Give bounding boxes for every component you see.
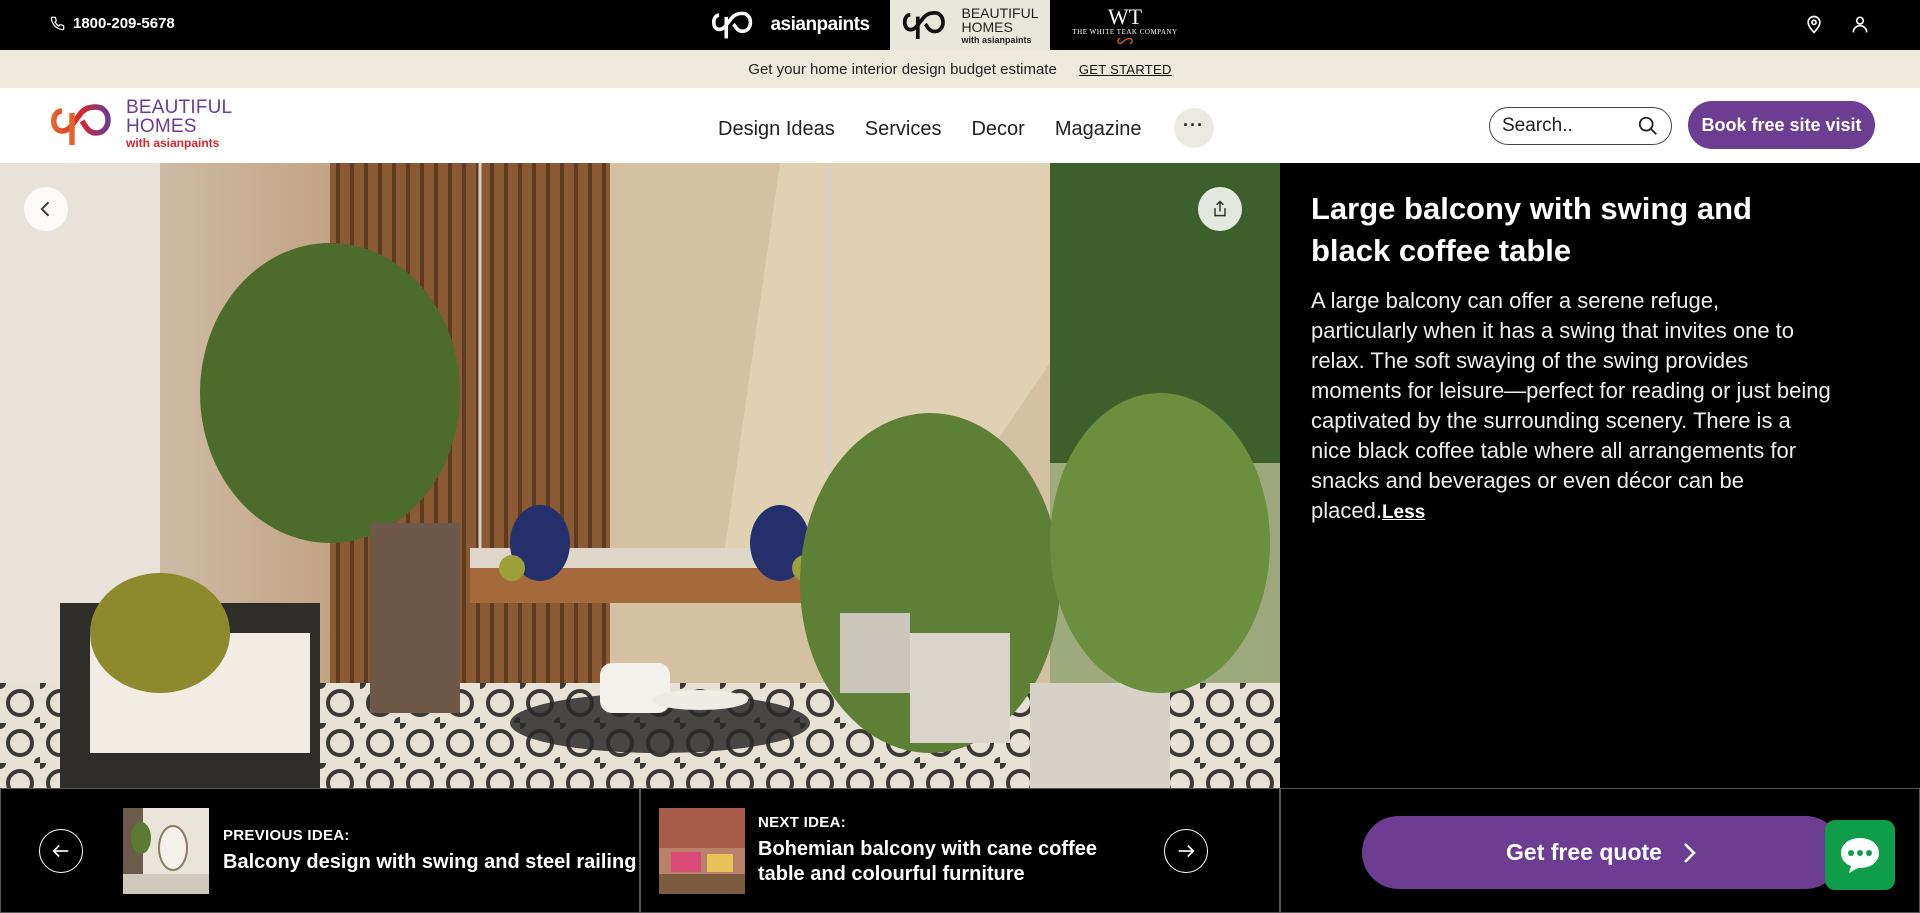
- white-teak-wordmark: THE WHITE TEAK COMPANY: [1072, 27, 1178, 36]
- chat-button[interactable]: [1825, 820, 1895, 890]
- white-teak-monogram: WT: [1107, 3, 1143, 29]
- nav-item-decor[interactable]: Decor: [971, 118, 1024, 141]
- idea-details-panel: Large balcony with swing and black coffe…: [1280, 163, 1920, 788]
- bh-sub: with asianpaints: [961, 34, 1032, 45]
- promo-text: Get your home interior design budget est…: [748, 60, 1057, 78]
- previous-idea-title[interactable]: Balcony design with swing and steel rail…: [223, 850, 636, 875]
- beautiful-homes-brand-link[interactable]: BEAUTIFUL HOMES with asianpaints: [890, 0, 1050, 50]
- idea-description-text: A large balcony can offer a serene refug…: [1311, 288, 1831, 523]
- next-idea-image: [659, 807, 745, 894]
- read-less-link[interactable]: Less: [1382, 502, 1425, 523]
- chevron-right-icon: [1684, 842, 1696, 863]
- previous-idea-button[interactable]: [39, 828, 83, 873]
- phone-number[interactable]: 1800-209-5678: [50, 15, 175, 32]
- next-idea-card[interactable]: NEXT IDEA: Bohemian balcony with cane co…: [640, 788, 1280, 913]
- brand-switcher: asianpaints BEAUTIFUL HOMES with asianpa…: [690, 0, 1200, 50]
- chevron-left-icon: [40, 201, 50, 217]
- asianpaints-brand-link[interactable]: asianpaints: [690, 0, 890, 50]
- more-menu-button[interactable]: ···: [1173, 108, 1214, 148]
- nav-item-design-ideas[interactable]: Design Ideas: [718, 118, 835, 141]
- next-idea-thumbnail: [659, 807, 745, 894]
- previous-idea-label: PREVIOUS IDEA:: [223, 826, 350, 844]
- bh-line1: BEAUTIFUL: [961, 4, 1039, 21]
- white-teak-brand-link[interactable]: WT THE WHITE TEAK COMPANY: [1050, 0, 1200, 50]
- next-idea-button[interactable]: [1164, 828, 1208, 873]
- logo-line1: BEAUTIFUL: [126, 97, 233, 118]
- top-bar: 1800-209-5678 asianpaints BEAUTIFUL HOME…: [0, 0, 1920, 50]
- budget-promo-strip: Get your home interior design budget est…: [0, 50, 1920, 88]
- beautiful-homes-logo-icon: [903, 10, 946, 39]
- next-idea-title[interactable]: Bohemian balcony with cane coffee table …: [758, 837, 1138, 887]
- chat-bubble-icon: [1841, 838, 1879, 873]
- beautiful-homes-logo[interactable]: BEAUTIFUL HOMES with asianpaints: [48, 98, 232, 149]
- share-icon: [1214, 200, 1226, 217]
- logo-line3: with asianpaints: [126, 136, 220, 150]
- idea-title: Large balcony with swing and black coffe…: [1311, 191, 1752, 268]
- previous-idea-card[interactable]: PREVIOUS IDEA: Balcony design with swing…: [0, 788, 640, 913]
- previous-idea-thumbnail: [123, 807, 209, 894]
- previous-image-button[interactable]: [24, 187, 68, 231]
- asianpaints-wordmark: asianpaints: [770, 14, 870, 35]
- idea-description: A large balcony can offer a serene refug…: [1311, 286, 1831, 528]
- nav-item-services[interactable]: Services: [865, 118, 942, 141]
- white-teak-ap-mark-icon: [1117, 37, 1133, 44]
- previous-idea-image: [123, 807, 209, 894]
- get-free-quote-button[interactable]: Get free quote: [1362, 816, 1842, 889]
- search-input[interactable]: [1502, 115, 1632, 137]
- logo-line2: HOMES: [126, 116, 197, 137]
- arrow-left-icon: [52, 844, 69, 857]
- nav-item-magazine[interactable]: Magazine: [1055, 118, 1142, 141]
- more-dots-icon: ···: [1183, 115, 1205, 135]
- search-box: [1489, 107, 1672, 145]
- phone-text: 1800-209-5678: [73, 15, 175, 32]
- share-button[interactable]: [1198, 187, 1242, 231]
- idea-hero-image: [0, 163, 1280, 788]
- main-navigation: BEAUTIFUL HOMES with asianpaints Design …: [0, 88, 1920, 163]
- location-pin-icon[interactable]: [1804, 14, 1824, 34]
- asianpaints-logo-icon: [712, 11, 753, 39]
- get-started-link[interactable]: GET STARTED: [1079, 62, 1172, 77]
- bh-line2: HOMES: [961, 18, 1013, 35]
- arrow-right-icon: [1178, 844, 1195, 857]
- nav-menu: Design Ideas Services Decor Magazine ···: [718, 108, 1214, 148]
- balcony-swing-photo: [0, 163, 1280, 788]
- search-icon[interactable]: [1637, 115, 1659, 137]
- get-free-quote-label: Get free quote: [1506, 839, 1662, 865]
- quote-area: Get free quote: [1280, 788, 1920, 913]
- beautiful-homes-logo-mark-icon: [51, 103, 111, 145]
- idea-navigation-strip: PREVIOUS IDEA: Balcony design with swing…: [0, 788, 1920, 913]
- next-idea-label: NEXT IDEA:: [758, 814, 847, 831]
- user-icon[interactable]: [1850, 14, 1870, 34]
- book-site-visit-button[interactable]: Book free site visit: [1688, 101, 1875, 149]
- phone-icon: [50, 16, 65, 31]
